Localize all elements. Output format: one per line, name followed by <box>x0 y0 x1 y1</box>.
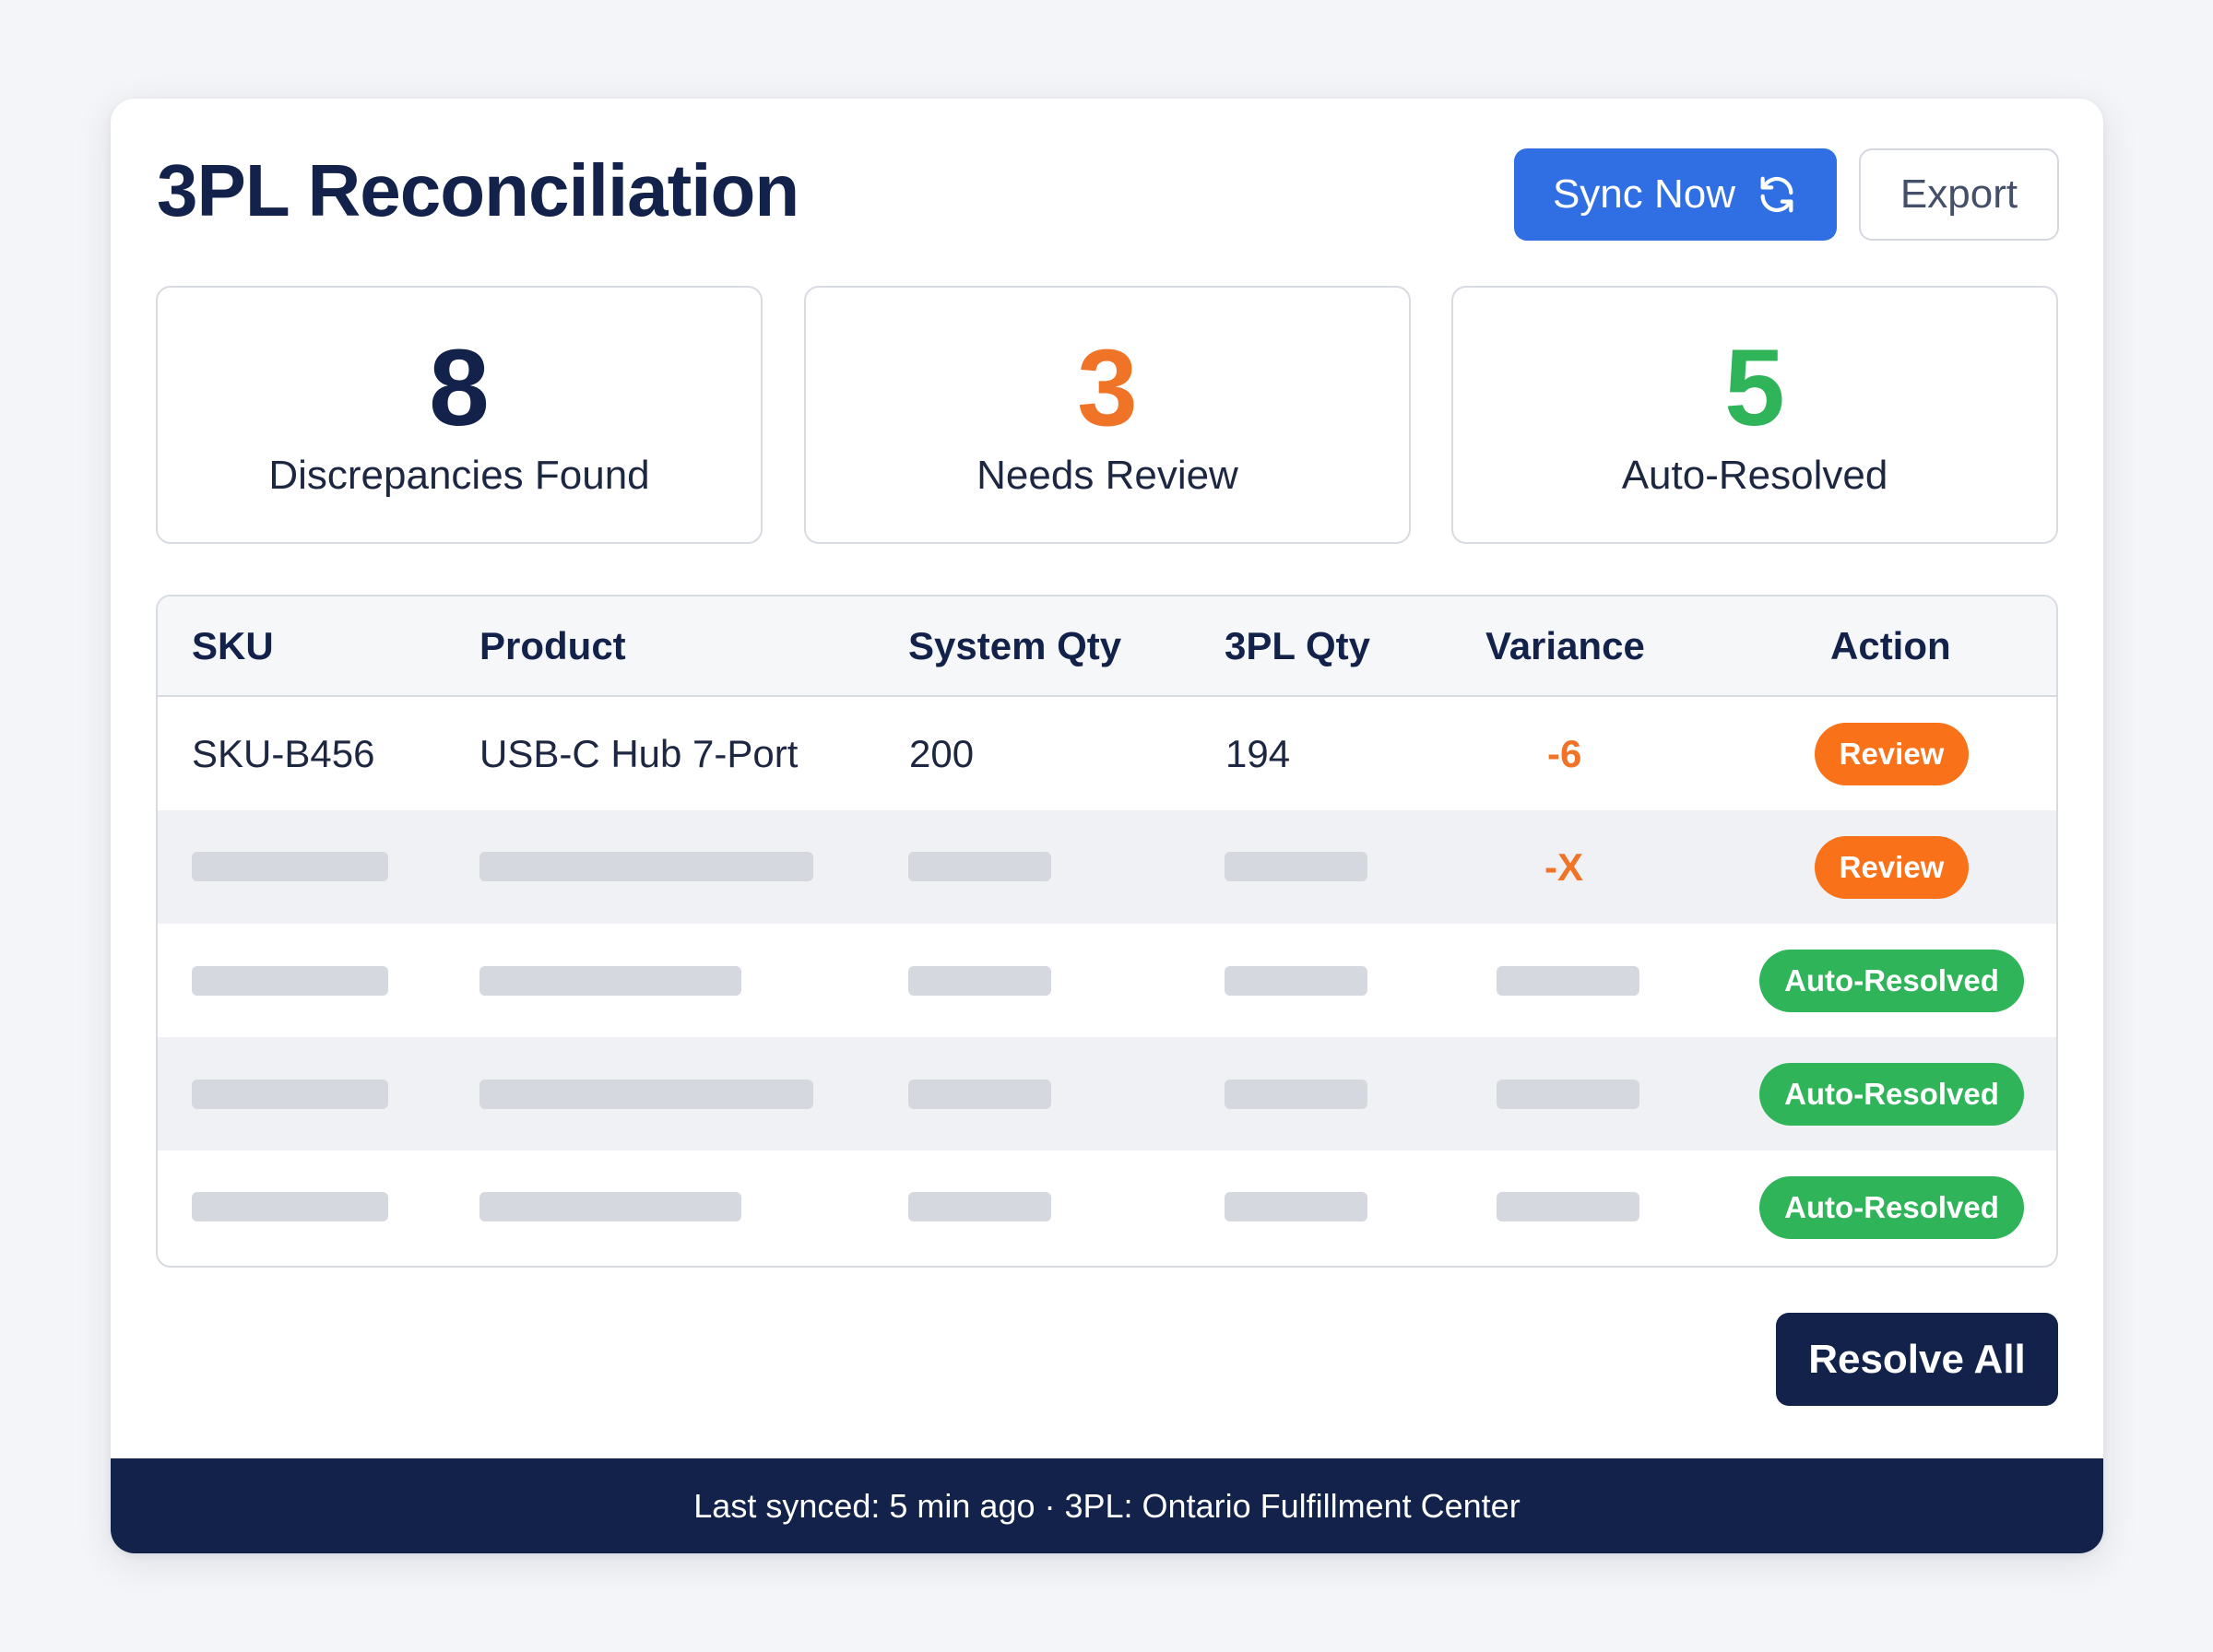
refresh-icon <box>1760 176 1793 213</box>
stat-card-discrepancies: 8 Discrepancies Found <box>156 286 763 544</box>
variance-placeholder <box>1497 966 1639 996</box>
product-placeholder <box>479 1080 813 1109</box>
export-button[interactable]: Export <box>1859 148 2059 241</box>
stat-card-needs-review: 3 Needs Review <box>804 286 1411 544</box>
3pl-qty-placeholder <box>1225 1192 1367 1221</box>
3pl-qty-placeholder <box>1225 966 1367 996</box>
sku-placeholder <box>192 852 388 881</box>
resolve-all-button[interactable]: Resolve All <box>1776 1313 2058 1406</box>
system-qty-placeholder <box>908 966 1051 996</box>
page-title: 3PL Reconciliation <box>157 149 799 231</box>
stat-value-discrepancies: 8 <box>429 327 490 449</box>
stat-label-auto-resolved: Auto-Resolved <box>1621 453 1888 498</box>
product-placeholder <box>479 966 741 996</box>
sku-cell: SKU-B456 <box>192 732 375 775</box>
auto-resolved-badge[interactable]: Auto-Resolved <box>1759 950 2024 1012</box>
system-qty-placeholder <box>908 852 1051 881</box>
column-header-sku: SKU <box>192 624 274 667</box>
sku-placeholder <box>192 1192 388 1221</box>
column-header-3pl-qty: 3PL Qty <box>1225 624 1370 667</box>
column-header-system-qty: System Qty <box>908 624 1122 667</box>
3pl-qty-placeholder <box>1225 852 1367 881</box>
table-row: SKU-B456 USB-C Hub 7-Port 200 194 -6 Rev… <box>158 697 2056 810</box>
product-placeholder <box>479 1192 741 1221</box>
reconciliation-table: SKU Product System Qty 3PL Qty Variance … <box>156 595 2058 1268</box>
column-header-variance: Variance <box>1485 624 1645 667</box>
table-row: Auto-Resolved <box>158 1150 2056 1264</box>
system-qty-cell: 200 <box>909 732 975 775</box>
auto-resolved-badge[interactable]: Auto-Resolved <box>1759 1176 2024 1239</box>
variance-placeholder <box>1497 1080 1639 1109</box>
product-cell: USB-C Hub 7-Port <box>479 732 799 775</box>
3pl-qty-placeholder <box>1225 1080 1367 1109</box>
sku-placeholder <box>192 1080 388 1109</box>
stat-card-auto-resolved: 5 Auto-Resolved <box>1451 286 2058 544</box>
stat-label-needs-review: Needs Review <box>976 453 1238 498</box>
column-header-action: Action <box>1830 624 1951 667</box>
review-button[interactable]: Review <box>1815 836 1969 899</box>
reconciliation-card: 3PL Reconciliation Sync Now Export 8 Dis… <box>111 99 2103 1553</box>
table-row: Auto-Resolved <box>158 924 2056 1037</box>
review-button[interactable]: Review <box>1815 723 1969 785</box>
table-row: Auto-Resolved <box>158 1037 2056 1150</box>
3pl-qty-cell: 194 <box>1225 732 1291 775</box>
table-header: SKU Product System Qty 3PL Qty Variance … <box>158 596 2056 697</box>
stat-value-needs-review: 3 <box>1077 327 1138 449</box>
sync-now-label: Sync Now <box>1552 171 1736 217</box>
column-header-product: Product <box>479 624 626 667</box>
system-qty-placeholder <box>908 1080 1051 1109</box>
stat-label-discrepancies: Discrepancies Found <box>268 453 650 498</box>
variance-cell: -6 <box>1547 732 1582 775</box>
sku-placeholder <box>192 966 388 996</box>
stat-value-auto-resolved: 5 <box>1724 327 1785 449</box>
auto-resolved-badge[interactable]: Auto-Resolved <box>1759 1063 2024 1126</box>
sync-status-footer: Last synced: 5 min ago · 3PL: Ontario Fu… <box>111 1458 2103 1553</box>
system-qty-placeholder <box>908 1192 1051 1221</box>
variance-cell: -X <box>1544 845 1583 889</box>
product-placeholder <box>479 852 813 881</box>
variance-placeholder <box>1497 1192 1639 1221</box>
table-row: -X Review <box>158 810 2056 924</box>
sync-now-button[interactable]: Sync Now <box>1514 148 1837 241</box>
footer-status-text: Last synced: 5 min ago · 3PL: Ontario Fu… <box>693 1486 1521 1525</box>
